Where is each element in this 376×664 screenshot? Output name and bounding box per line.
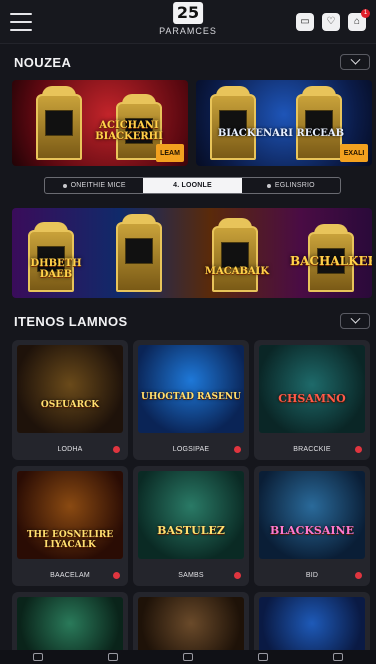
game-thumbnail <box>259 345 365 433</box>
featured-play-button[interactable]: LEAM <box>156 144 184 162</box>
gift-icon[interactable]: ♡ <box>322 12 340 31</box>
wallet-icon[interactable]: ▭ <box>296 12 314 31</box>
favorite-icon[interactable] <box>355 446 362 453</box>
game-thumbnail <box>17 345 123 433</box>
tab-label: EGLINSRIO <box>274 182 315 189</box>
featured-title: BIACKENARI RECEAB <box>217 128 345 139</box>
menu-icon[interactable] <box>10 12 32 31</box>
game-card[interactable]: BASTULEZ SAMBS <box>133 466 249 586</box>
game-card[interactable]: BLACKSAINE BID <box>254 466 370 586</box>
favorite-icon[interactable] <box>355 572 362 579</box>
game-card[interactable]: THE EOSNELIRE LIYACALK BAACELAM <box>12 466 128 586</box>
game-thumbnail-title: THE EOSNELIRE LIYACALK <box>26 530 114 550</box>
game-thumbnail <box>259 471 365 559</box>
notification-badge: 1 <box>361 8 370 18</box>
featured-play-button[interactable]: EXALI <box>340 144 368 162</box>
game-thumbnail-title: UHOGTAD RASENU <box>141 392 241 402</box>
section-header-featured: NOUZEA <box>14 54 370 70</box>
promo-title: BACHALKER <box>290 254 372 268</box>
section-title: ITENOS LAMNOS <box>14 313 128 329</box>
logo-number: 25 <box>173 2 203 24</box>
app-header: 25 PARAMCES ▭ ♡ ⌂ 1 <box>0 0 376 44</box>
game-name: BAACELAM <box>50 572 90 579</box>
favorite-icon[interactable] <box>113 572 120 579</box>
notification-icon[interactable]: ⌂ 1 <box>348 8 370 31</box>
game-name: LODHA <box>57 446 83 453</box>
game-thumbnail <box>138 471 244 559</box>
logo-text: PARAMCES <box>159 26 217 36</box>
game-card[interactable]: OSEUARCK LODHA <box>12 340 128 460</box>
tab-label: ONEITHIE MICE <box>70 182 126 189</box>
featured-title: ACICHANI BIACKERHI <box>95 120 163 142</box>
chevron-down-icon[interactable] <box>340 54 370 70</box>
sports-icon[interactable] <box>182 653 193 661</box>
game-name: BRACCKIE <box>293 446 331 453</box>
tab-1[interactable]: ONEITHIE MICE <box>45 178 143 193</box>
category-tabs: ONEITHIE MICE 4. LOONLE EGLINSRIO <box>44 177 341 194</box>
tab-3[interactable]: EGLINSRIO <box>242 178 340 193</box>
featured-banner-2[interactable]: BIACKENARI RECEAB EXALI <box>196 80 372 166</box>
promo-banner[interactable]: DHBETH DAEB MACABAIK BACHALKER <box>12 208 372 298</box>
tab-2[interactable]: 4. LOONLE <box>143 178 242 193</box>
app-logo[interactable]: 25 PARAMCES <box>159 2 217 36</box>
bottom-nav <box>0 650 376 664</box>
favorite-icon[interactable] <box>113 446 120 453</box>
favorite-icon[interactable] <box>234 446 241 453</box>
section-header-games: ITENOS LAMNOS <box>14 313 370 329</box>
tab-dot-icon <box>62 183 67 188</box>
game-thumbnail-title: OSEUARCK <box>40 400 100 410</box>
game-thumbnail-title: BLACKSAINE <box>270 524 354 537</box>
casino-icon[interactable] <box>107 653 118 661</box>
tab-label: 4. LOONLE <box>173 182 212 189</box>
section-title: NOUZEA <box>14 54 72 70</box>
promo-title: DHBETH DAEB <box>30 258 82 280</box>
chevron-down-icon[interactable] <box>340 313 370 329</box>
home-icon[interactable] <box>32 653 43 661</box>
favorite-icon[interactable] <box>234 572 241 579</box>
promo-title: MACABAIK <box>204 266 270 277</box>
game-name: LOGSIPAE <box>172 446 210 453</box>
game-card[interactable]: CHSAMNO BRACCKIE <box>254 340 370 460</box>
game-name: SAMBS <box>178 572 204 579</box>
game-card[interactable]: UHOGTAD RASENU LOGSIPAE <box>133 340 249 460</box>
game-name: BID <box>305 572 319 579</box>
game-thumbnail <box>138 345 244 433</box>
promotions-icon[interactable] <box>258 653 269 661</box>
tab-dot-icon <box>266 183 271 188</box>
game-thumbnail-title: CHSAMNO <box>278 392 346 405</box>
game-thumbnail-title: BASTULEZ <box>157 524 225 537</box>
profile-icon[interactable] <box>333 653 344 661</box>
featured-banner-1[interactable]: ACICHANI BIACKERHI LEAM <box>12 80 188 166</box>
